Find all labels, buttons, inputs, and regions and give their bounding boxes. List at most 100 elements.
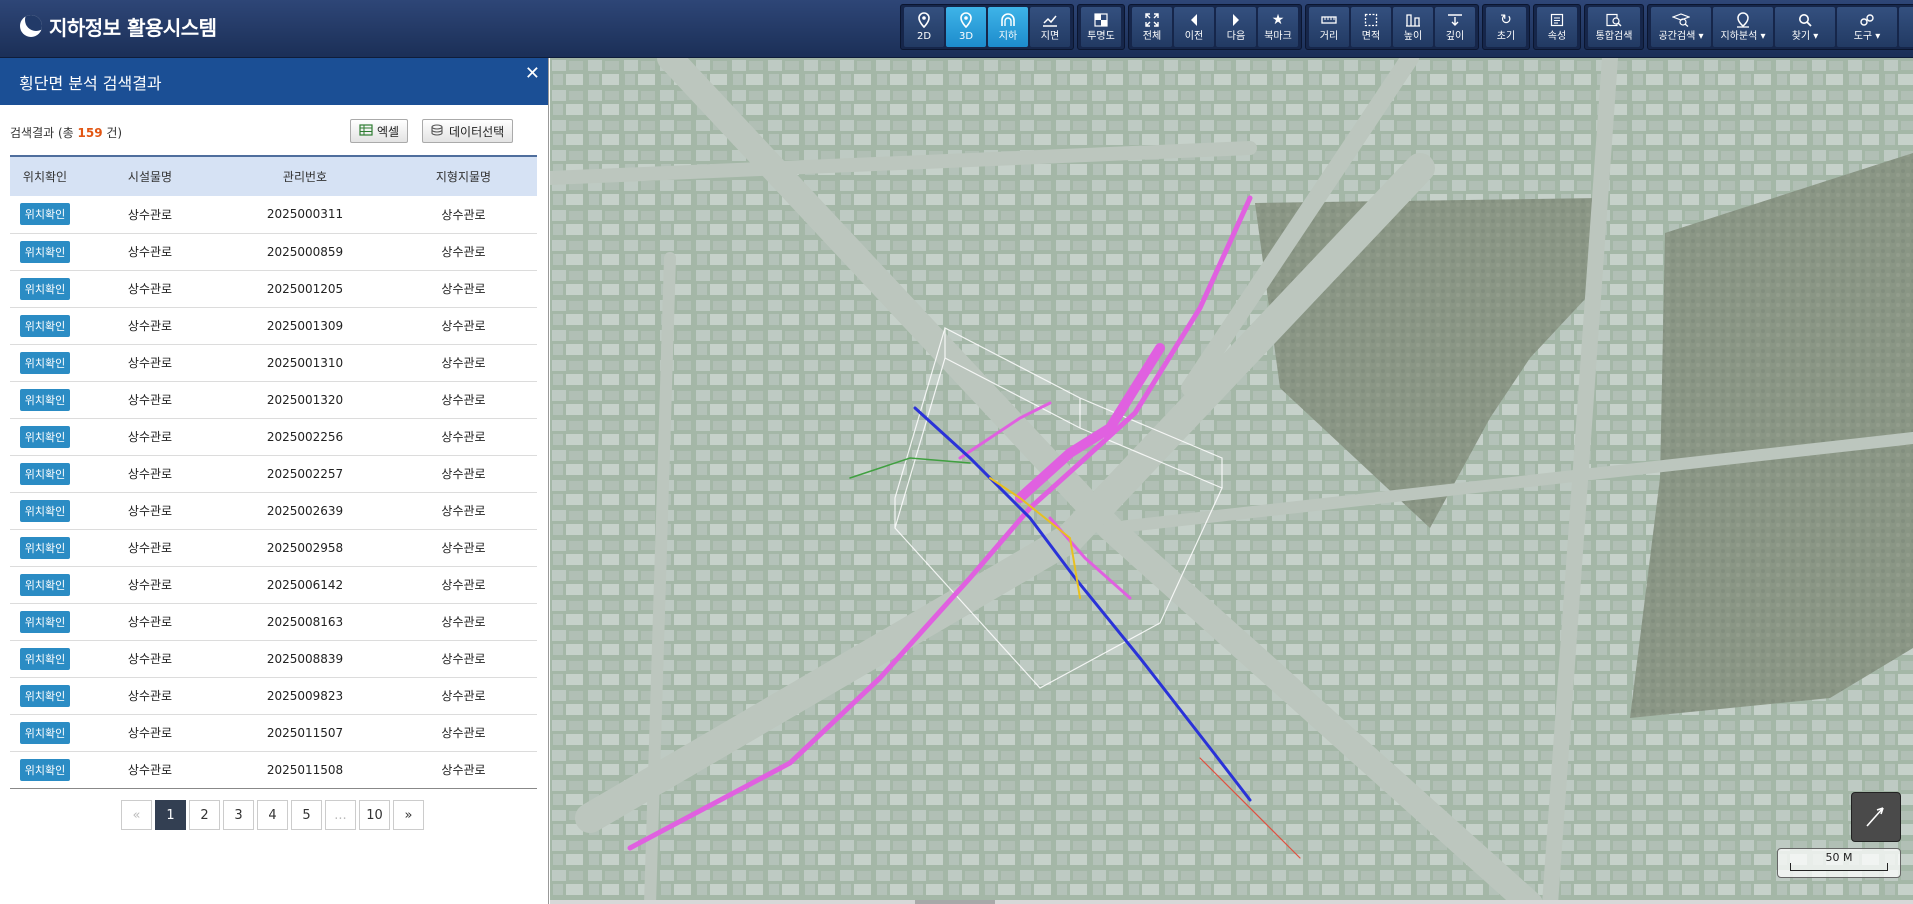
facility-cell: 상수관로 bbox=[80, 381, 220, 419]
chevron-down-icon: ▾ bbox=[1760, 31, 1766, 42]
bookmark-button[interactable]: ★ 북마크 bbox=[1258, 7, 1298, 47]
table-row: 위치확인 상수관로 2025008839 상수관로 bbox=[10, 640, 537, 678]
next-page-button[interactable]: » bbox=[393, 800, 424, 830]
locate-button[interactable]: 위치확인 bbox=[19, 684, 71, 707]
integrated-search-group: 통합검색 bbox=[1584, 4, 1644, 50]
expand-icon bbox=[1145, 11, 1159, 29]
facility-cell: 상수관로 bbox=[80, 566, 220, 604]
compass-icon[interactable] bbox=[1851, 792, 1901, 842]
tools-menu[interactable]: 도구 ▾ bbox=[1837, 7, 1897, 47]
integrated-search-button[interactable]: 통합검색 bbox=[1588, 7, 1640, 47]
menu-group: 공간검색 ▾ 지하분석 ▾ 찾기 ▾ 도구 ▾ bbox=[1647, 4, 1913, 50]
feature-cell: 상수관로 bbox=[390, 270, 537, 308]
attribute-button[interactable]: 속성 bbox=[1537, 7, 1577, 47]
previous-view-button[interactable]: 이전 bbox=[1174, 7, 1214, 47]
feature-cell: 상수관로 bbox=[390, 492, 537, 530]
locate-button[interactable]: 위치확인 bbox=[19, 462, 71, 485]
locate-cell: 위치확인 bbox=[10, 455, 80, 493]
result-prefix: 검색결과 (총 bbox=[10, 126, 78, 140]
locate-button[interactable]: 위치확인 bbox=[19, 314, 71, 337]
underground-icon bbox=[1000, 11, 1016, 29]
management-id-cell: 2025001309 bbox=[220, 307, 390, 345]
excel-button[interactable]: 엑셀 bbox=[350, 119, 409, 143]
facility-cell: 상수관로 bbox=[80, 640, 220, 678]
facility-cell: 상수관로 bbox=[80, 714, 220, 752]
page-2-button[interactable]: 2 bbox=[189, 800, 220, 830]
full-extent-button[interactable]: 전체 bbox=[1132, 7, 1172, 47]
facility-cell: 상수관로 bbox=[80, 418, 220, 456]
feature-cell: 상수관로 bbox=[390, 714, 537, 752]
locate-button[interactable]: 위치확인 bbox=[19, 240, 71, 263]
locate-button[interactable]: 위치확인 bbox=[19, 573, 71, 596]
map-scrollbar[interactable] bbox=[550, 900, 1913, 904]
height-button[interactable]: 높이 bbox=[1393, 7, 1433, 47]
page-10-button[interactable]: 10 bbox=[359, 800, 390, 830]
database-icon bbox=[431, 123, 445, 139]
locate-button[interactable]: 위치확인 bbox=[19, 536, 71, 559]
feature-cell: 상수관로 bbox=[390, 307, 537, 345]
navigation-group: 전체 이전 다음 ★ 북마크 bbox=[1128, 4, 1302, 50]
locate-cell: 위치확인 bbox=[10, 418, 80, 456]
list-icon bbox=[1550, 11, 1564, 29]
locate-button[interactable]: 위치확인 bbox=[19, 610, 71, 633]
locate-button[interactable]: 위치확인 bbox=[19, 277, 71, 300]
close-icon[interactable]: ✕ bbox=[525, 63, 540, 84]
area-button[interactable]: 면적 bbox=[1351, 7, 1391, 47]
star-icon: ★ bbox=[1271, 12, 1285, 28]
view-2d-button[interactable]: 2D bbox=[904, 7, 944, 47]
locate-button[interactable]: 위치확인 bbox=[19, 425, 71, 448]
locate-cell: 위치확인 bbox=[10, 640, 80, 678]
view-mode-group: 2D 3D 지하 지면 bbox=[900, 4, 1074, 50]
locate-button[interactable]: 위치확인 bbox=[19, 499, 71, 522]
data-select-button[interactable]: 데이터선택 bbox=[422, 119, 514, 143]
transparency-button[interactable]: 투명도 bbox=[1081, 7, 1121, 47]
map-scrollbar-thumb[interactable] bbox=[915, 900, 995, 904]
terrain-icon bbox=[1042, 11, 1058, 29]
cross-section-result-panel: 횡단면 분석 검색결과 ✕ 검색결과 (총 159 건) 엑셀 데이터선택 위치… bbox=[0, 58, 549, 904]
locate-cell: 위치확인 bbox=[10, 603, 80, 641]
view-ground-button[interactable]: 지면 bbox=[1030, 7, 1070, 47]
table-header-row: 위치확인 시설물명 관리번호 지형지물명 bbox=[10, 155, 537, 196]
locate-button[interactable]: 위치확인 bbox=[19, 351, 71, 374]
settings-menu[interactable]: 설정 ▾ bbox=[1899, 7, 1913, 47]
transparency-icon bbox=[1094, 11, 1108, 29]
table-row: 위치확인 상수관로 2025000859 상수관로 bbox=[10, 233, 537, 271]
management-id-cell: 2025011507 bbox=[220, 714, 390, 752]
locate-cell: 위치확인 bbox=[10, 751, 80, 789]
page-3-button[interactable]: 3 bbox=[223, 800, 254, 830]
reset-button[interactable]: ↻ 초기 bbox=[1486, 7, 1526, 47]
feature-cell: 상수관로 bbox=[390, 455, 537, 493]
facility-cell: 상수관로 bbox=[80, 751, 220, 789]
locate-button[interactable]: 위치확인 bbox=[19, 721, 71, 744]
spatial-search-menu[interactable]: 공간검색 ▾ bbox=[1651, 7, 1711, 47]
page-4-button[interactable]: 4 bbox=[257, 800, 288, 830]
find-menu[interactable]: 찾기 ▾ bbox=[1775, 7, 1835, 47]
table-row: 위치확인 상수관로 2025002639 상수관로 bbox=[10, 492, 537, 530]
app-title: 지하정보 활용시스템 bbox=[49, 15, 217, 40]
locate-button[interactable]: 위치확인 bbox=[19, 647, 71, 670]
page-5-button[interactable]: 5 bbox=[291, 800, 322, 830]
management-id-cell: 2025002257 bbox=[220, 455, 390, 493]
magnifier-icon bbox=[1798, 11, 1812, 29]
map-3d-view[interactable]: 50 M bbox=[550, 58, 1913, 904]
locate-cell: 위치확인 bbox=[10, 529, 80, 567]
view-underground-button[interactable]: 지하 bbox=[988, 7, 1028, 47]
table-row: 위치확인 상수관로 2025001309 상수관로 bbox=[10, 307, 537, 345]
next-view-button[interactable]: 다음 bbox=[1216, 7, 1256, 47]
depth-button[interactable]: 깊이 bbox=[1435, 7, 1475, 47]
scale-tick bbox=[1790, 863, 1888, 871]
chevron-down-icon: ▾ bbox=[1698, 31, 1704, 42]
locate-button[interactable]: 위치확인 bbox=[19, 758, 71, 781]
management-id-cell: 2025002639 bbox=[220, 492, 390, 530]
distance-button[interactable]: 거리 bbox=[1309, 7, 1349, 47]
chevron-down-icon: ▾ bbox=[1875, 31, 1881, 42]
view-3d-button[interactable]: 3D bbox=[946, 7, 986, 47]
locate-button[interactable]: 위치확인 bbox=[19, 388, 71, 411]
map-canvas[interactable] bbox=[550, 58, 1913, 904]
feature-cell: 상수관로 bbox=[390, 566, 537, 604]
first-page-button[interactable]: « bbox=[121, 800, 152, 830]
locate-cell: 위치확인 bbox=[10, 677, 80, 715]
underground-analysis-menu[interactable]: 지하분석 ▾ bbox=[1713, 7, 1773, 47]
locate-button[interactable]: 위치확인 bbox=[19, 203, 71, 226]
page-1-button[interactable]: 1 bbox=[155, 800, 186, 830]
